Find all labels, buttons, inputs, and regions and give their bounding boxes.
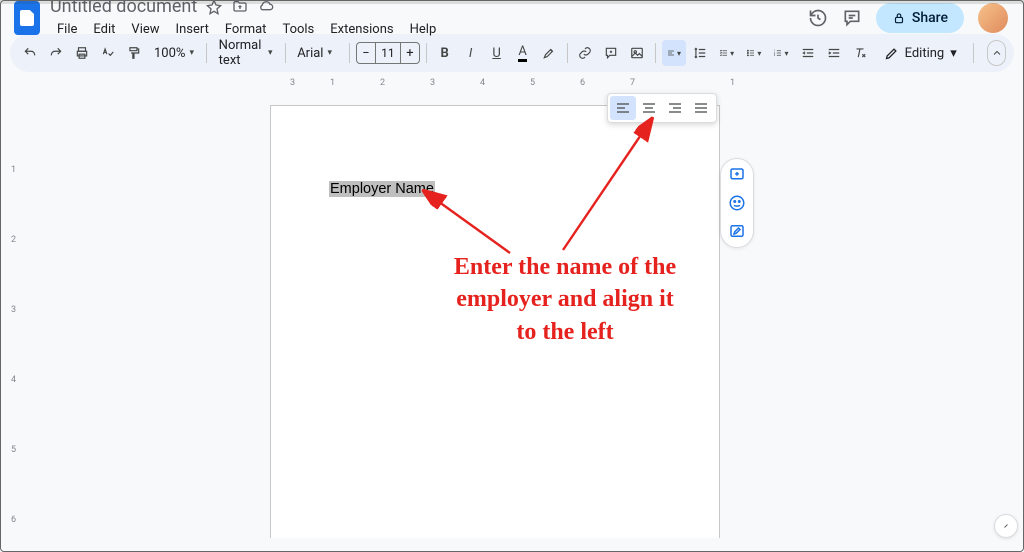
annotation-text: Enter the name of the employer and align…	[450, 251, 680, 348]
explore-button[interactable]	[994, 514, 1018, 538]
